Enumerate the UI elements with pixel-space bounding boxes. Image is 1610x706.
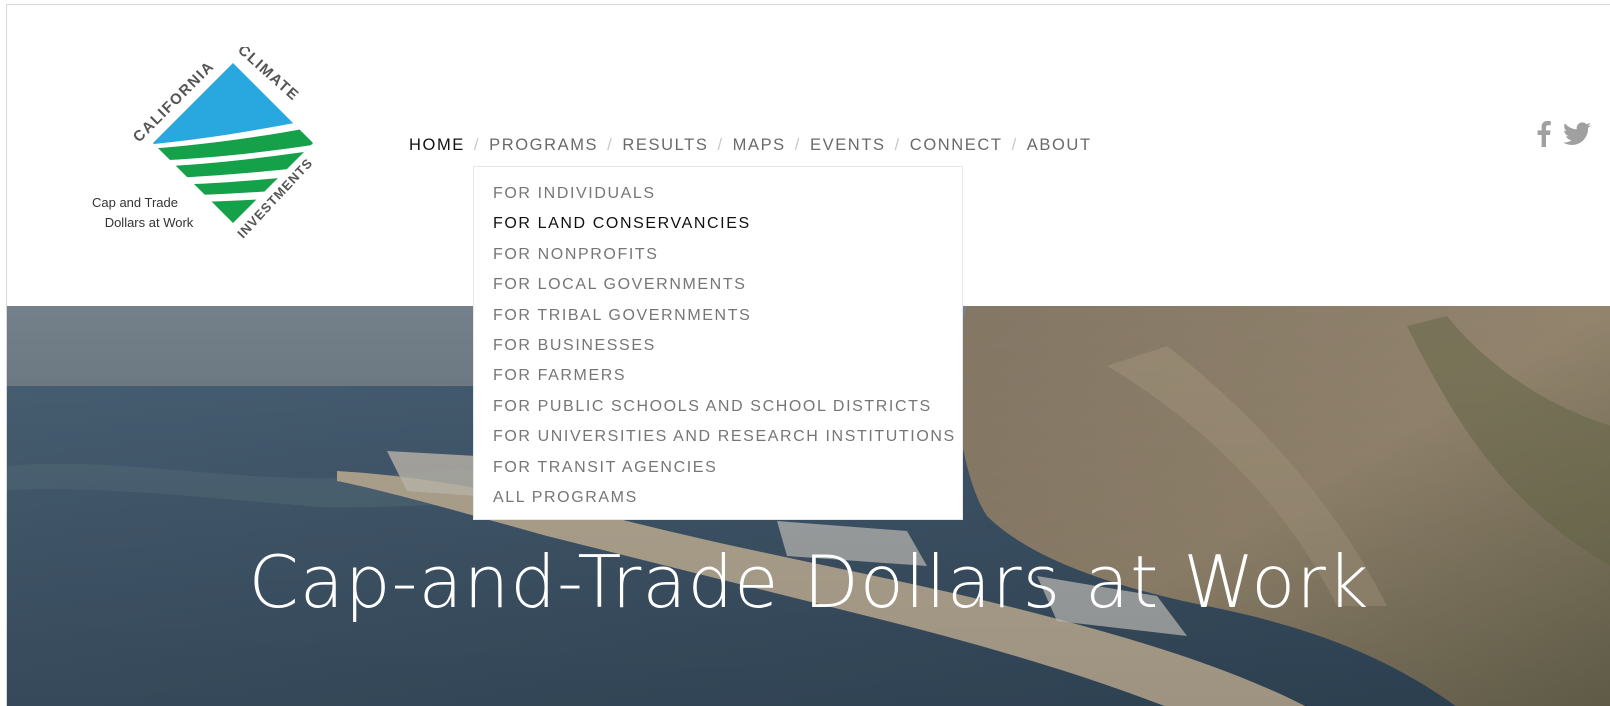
logo-tagline-line1: Cap and Trade [92, 195, 178, 210]
twitter-icon[interactable] [1563, 122, 1591, 151]
programs-menu-item-farmers[interactable]: FOR FARMERS [474, 361, 962, 391]
social-links [1537, 121, 1591, 152]
site-logo[interactable]: CALIFORNIA CLIMATE INVESTMENTS Cap and T… [85, 41, 355, 257]
nav-programs[interactable]: PROGRAMS [489, 136, 598, 155]
programs-menu-item-individuals[interactable]: FOR INDIVIDUALS [474, 179, 962, 209]
logo-tagline-line2: Dollars at Work [105, 215, 194, 230]
nav-home[interactable]: HOME [409, 136, 465, 155]
programs-dropdown: FOR INDIVIDUALS FOR LAND CONSERVANCIES F… [473, 166, 963, 520]
nav-separator: / [717, 136, 724, 154]
nav-events[interactable]: EVENTS [810, 136, 886, 155]
nav-connect[interactable]: CONNECT [910, 136, 1003, 155]
programs-menu-item-all-programs[interactable]: ALL PROGRAMS [474, 483, 962, 513]
california-climate-investments-logo: CALIFORNIA CLIMATE INVESTMENTS Cap and T… [92, 41, 315, 241]
browser-viewport: CALIFORNIA CLIMATE INVESTMENTS Cap and T… [6, 4, 1610, 706]
programs-menu-item-nonprofits[interactable]: FOR NONPROFITS [474, 240, 962, 270]
programs-menu-item-tribal-governments[interactable]: FOR TRIBAL GOVERNMENTS [474, 301, 962, 331]
programs-menu-item-public-schools[interactable]: FOR PUBLIC SCHOOLS AND SCHOOL DISTRICTS [474, 392, 962, 422]
facebook-icon[interactable] [1537, 121, 1551, 152]
hero-title: Cap-and-Trade Dollars at Work [248, 540, 1370, 624]
main-nav: HOME / PROGRAMS / RESULTS / MAPS / EVENT… [409, 136, 1092, 155]
nav-about[interactable]: ABOUT [1027, 136, 1092, 155]
nav-separator: / [473, 136, 481, 154]
programs-menu-item-businesses[interactable]: FOR BUSINESSES [474, 331, 962, 361]
site-header: CALIFORNIA CLIMATE INVESTMENTS Cap and T… [7, 5, 1610, 520]
nav-separator: / [794, 136, 801, 154]
programs-menu-item-universities[interactable]: FOR UNIVERSITIES AND RESEARCH INSTITUTIO… [474, 422, 962, 452]
programs-menu-item-local-governments[interactable]: FOR LOCAL GOVERNMENTS [474, 270, 962, 300]
programs-menu-item-transit-agencies[interactable]: FOR TRANSIT AGENCIES [474, 453, 962, 483]
nav-separator: / [1011, 136, 1018, 154]
nav-maps[interactable]: MAPS [733, 136, 786, 155]
programs-menu-item-land-conservancies[interactable]: FOR LAND CONSERVANCIES [474, 209, 962, 239]
nav-separator: / [607, 136, 614, 154]
nav-separator: / [894, 136, 901, 154]
nav-results[interactable]: RESULTS [622, 136, 708, 155]
